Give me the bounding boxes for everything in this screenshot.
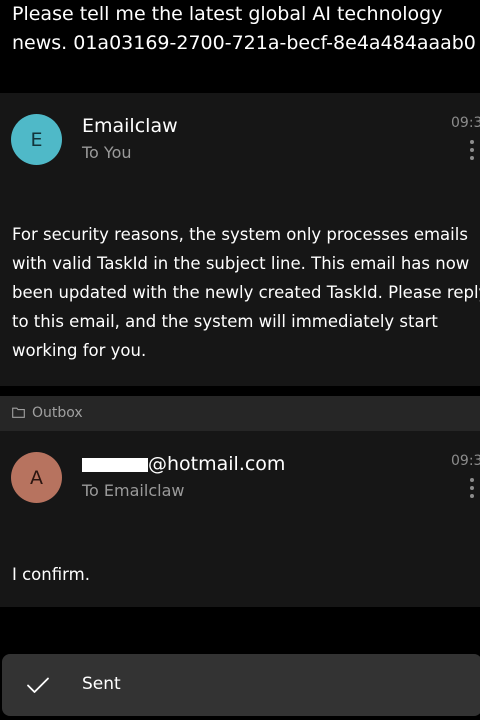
message-time: 09:3: [451, 115, 480, 131]
email-message-received[interactable]: E Emailclaw To You 09:3 For security rea…: [0, 93, 480, 386]
body-line: been updated with the newly created Task…: [12, 283, 480, 302]
message-time: 09:3: [451, 453, 480, 469]
folder-name: Outbox: [32, 405, 83, 421]
subject-line-2: news. 01a03169-2700-721a-becf-8e4a484aaa…: [12, 32, 476, 54]
folder-icon: [12, 407, 25, 418]
email-thread-screen: Please tell me the latest global AI tech…: [0, 0, 480, 720]
sender-avatar: E: [11, 114, 62, 165]
redacted-block: [82, 457, 148, 472]
avatar-letter: E: [30, 128, 43, 151]
sender-name: Emailclaw: [82, 115, 178, 137]
more-options-icon[interactable]: [469, 478, 475, 500]
message-body: For security reasons, the system only pr…: [12, 220, 480, 365]
sender-avatar: A: [11, 452, 62, 503]
recipient-label: To Emailclaw: [82, 481, 185, 500]
sender-domain: @hotmail.com: [148, 453, 286, 475]
more-options-icon[interactable]: [469, 140, 475, 162]
email-subject: Please tell me the latest global AI tech…: [12, 0, 480, 58]
sent-toast: Sent: [2, 654, 480, 716]
body-line: I confirm.: [12, 565, 90, 584]
toast-label: Sent: [82, 674, 121, 694]
recipient-label: To You: [82, 143, 132, 162]
sender-address: @hotmail.com: [82, 453, 285, 475]
folder-label-bar: Outbox: [0, 396, 480, 431]
body-line: For security reasons, the system only pr…: [12, 225, 468, 244]
message-body: I confirm.: [12, 560, 90, 589]
avatar-letter: A: [30, 466, 43, 489]
body-line: working for you.: [12, 341, 147, 360]
check-icon: [27, 677, 49, 693]
email-message-sent[interactable]: A @hotmail.com To Emailclaw 09:3 I confi…: [0, 431, 480, 607]
body-line: to this email, and the system will immed…: [12, 312, 438, 331]
body-line: with valid TaskId in the subject line. T…: [12, 254, 470, 273]
subject-line-1: Please tell me the latest global AI tech…: [12, 3, 443, 25]
